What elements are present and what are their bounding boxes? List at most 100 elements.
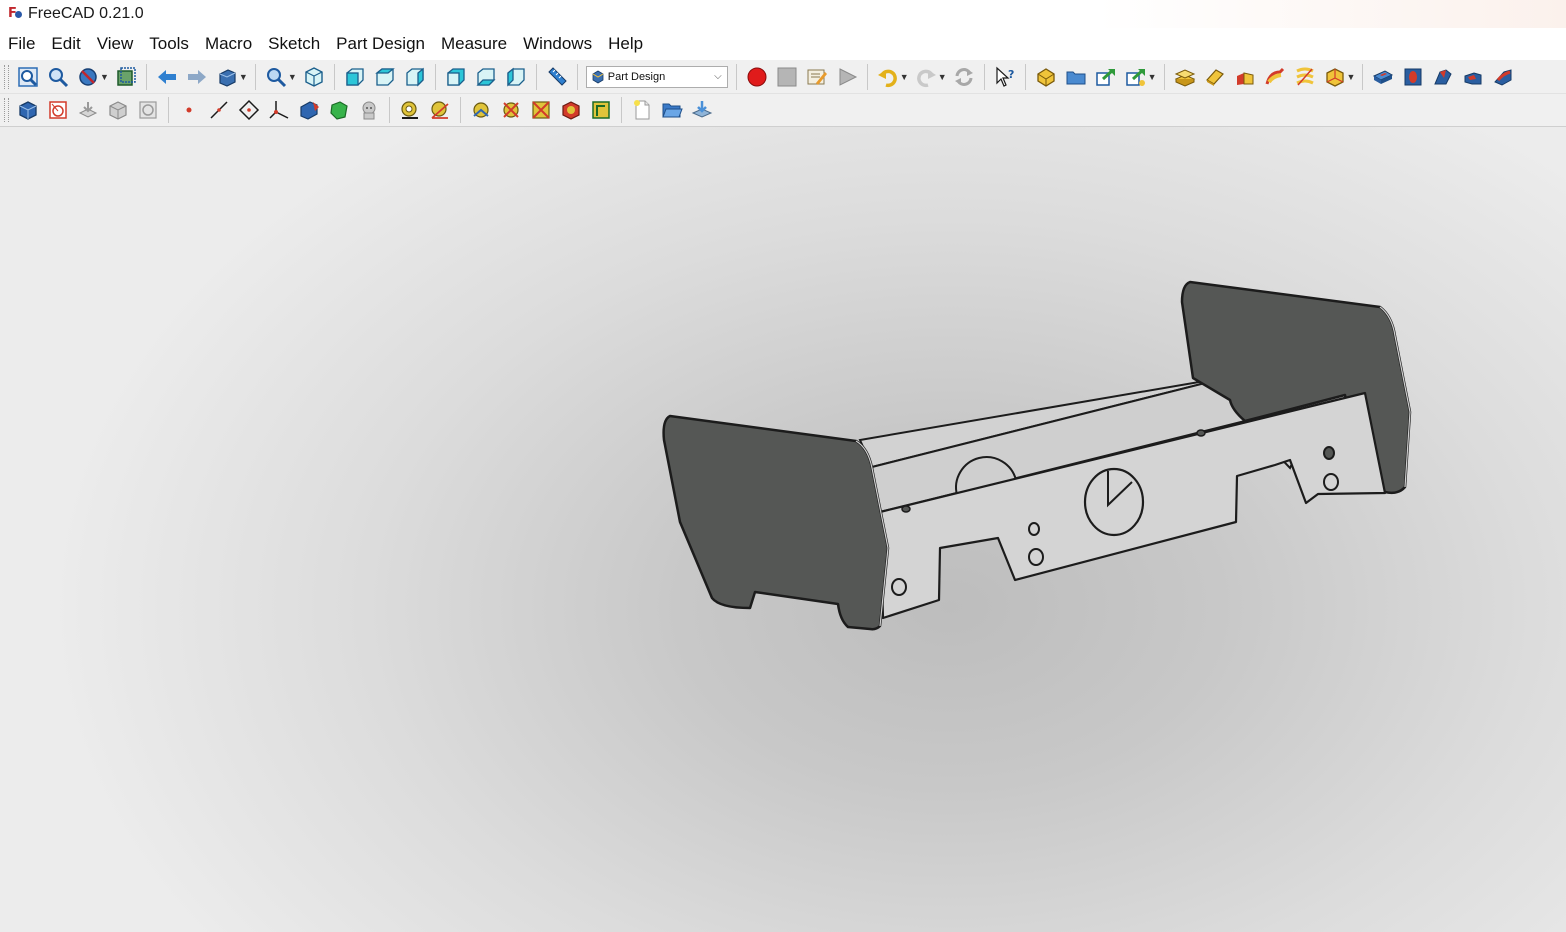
measure-toggle-delta-icon[interactable]: [588, 97, 614, 123]
dropdown-arrow-icon[interactable]: ▼: [938, 72, 947, 82]
subtractive-loft-icon[interactable]: [1460, 64, 1486, 90]
menu-measure[interactable]: Measure: [433, 28, 515, 60]
rear-view-icon[interactable]: [443, 64, 469, 90]
subtractive-pipe-icon[interactable]: [1490, 64, 1516, 90]
forward-arrow-icon[interactable]: [184, 64, 210, 90]
dropdown-arrow-icon[interactable]: ▼: [900, 72, 909, 82]
create-part-icon[interactable]: [1033, 64, 1059, 90]
menu-part-design[interactable]: Part Design: [328, 28, 433, 60]
clone-icon[interactable]: [356, 97, 382, 123]
subshape-binder-icon[interactable]: [326, 97, 352, 123]
datum-plane-icon[interactable]: [236, 97, 262, 123]
toolbar-separator: [983, 63, 985, 90]
dropdown-arrow-icon[interactable]: ▼: [1148, 72, 1157, 82]
freecad-logo-icon: F: [8, 7, 22, 21]
toolbar-separator: [735, 63, 737, 90]
toolbar-separator: [1024, 63, 1026, 90]
attach-sketch-icon[interactable]: [75, 97, 101, 123]
menu-bar: File Edit View Tools Macro Sketch Part D…: [0, 28, 1566, 60]
local-coordinate-icon[interactable]: [266, 97, 292, 123]
whats-this-icon[interactable]: ?: [992, 64, 1018, 90]
fit-selection-icon[interactable]: [45, 64, 71, 90]
save-document-icon[interactable]: [689, 97, 715, 123]
measure-clear-icon[interactable]: [498, 97, 524, 123]
toolbar-grip[interactable]: [4, 64, 9, 89]
groove-icon[interactable]: [1430, 64, 1456, 90]
bottom-view-icon[interactable]: [473, 64, 499, 90]
toolbar-row-2: [0, 94, 1566, 127]
measure-toggle-all-icon[interactable]: [528, 97, 554, 123]
menu-file[interactable]: File: [0, 28, 43, 60]
dropdown-arrow-icon[interactable]: ▼: [1347, 72, 1356, 82]
revolution-icon[interactable]: [1202, 64, 1228, 90]
measure-angular-icon[interactable]: [427, 97, 453, 123]
back-arrow-icon[interactable]: [154, 64, 180, 90]
small-hole: [891, 578, 907, 596]
small-hole: [1323, 473, 1339, 491]
measure-toggle-3d-icon[interactable]: [558, 97, 584, 123]
additive-primitive-icon[interactable]: [1322, 64, 1348, 90]
undo-icon[interactable]: [875, 64, 901, 90]
measure-refresh-icon[interactable]: [468, 97, 494, 123]
left-view-icon[interactable]: [503, 64, 529, 90]
menu-tools[interactable]: Tools: [141, 28, 197, 60]
draw-style-icon[interactable]: [75, 64, 101, 90]
create-group-icon[interactable]: [1063, 64, 1089, 90]
toolbar-separator: [460, 97, 461, 123]
pocket-icon[interactable]: [1370, 64, 1396, 90]
3d-viewport[interactable]: [0, 127, 1566, 932]
link-actions-icon[interactable]: [1123, 64, 1149, 90]
shape-binder-icon[interactable]: [296, 97, 322, 123]
additive-helix-icon[interactable]: [1292, 64, 1318, 90]
pad-icon[interactable]: [1172, 64, 1198, 90]
toolbar-row-1: ▼ ▼ ▼ Part Design ⌵ ▼ ▼ ? ▼ ▼: [0, 60, 1566, 94]
measure-linear-icon[interactable]: [397, 97, 423, 123]
toolbar-separator: [621, 97, 622, 123]
toolbar-grip[interactable]: [4, 98, 9, 122]
measure-distance-icon[interactable]: [544, 64, 570, 90]
std-views-icon[interactable]: [214, 64, 240, 90]
dropdown-arrow-icon[interactable]: ▼: [288, 72, 297, 82]
new-document-icon[interactable]: [629, 97, 655, 123]
bounding-box-icon[interactable]: [113, 64, 139, 90]
refresh-icon[interactable]: [951, 64, 977, 90]
check-geometry-icon[interactable]: [135, 97, 161, 123]
toolbar-separator: [866, 63, 868, 90]
top-view-icon[interactable]: [372, 64, 398, 90]
dropdown-arrow-icon[interactable]: ▼: [100, 72, 109, 82]
workbench-selector[interactable]: Part Design ⌵: [585, 65, 728, 88]
macro-record-icon[interactable]: [744, 64, 770, 90]
window-title: FreeCAD 0.21.0: [28, 5, 144, 22]
menu-windows[interactable]: Windows: [515, 28, 600, 60]
menu-view[interactable]: View: [89, 28, 142, 60]
fit-all-icon[interactable]: [15, 64, 41, 90]
datum-point-icon[interactable]: [176, 97, 202, 123]
macro-run-icon[interactable]: [834, 64, 860, 90]
create-sketch-icon[interactable]: [45, 97, 71, 123]
svg-text:?: ?: [1008, 68, 1014, 81]
toolbar-separator: [434, 63, 436, 90]
right-view-icon[interactable]: [402, 64, 428, 90]
menu-sketch[interactable]: Sketch: [260, 28, 328, 60]
hole-icon[interactable]: [1400, 64, 1426, 90]
front-view-icon[interactable]: [342, 64, 368, 90]
open-document-icon[interactable]: [659, 97, 685, 123]
macro-stop-icon[interactable]: [774, 64, 800, 90]
isometric-icon[interactable]: [301, 64, 327, 90]
validate-sketch-icon[interactable]: [105, 97, 131, 123]
menu-edit[interactable]: Edit: [43, 28, 88, 60]
additive-loft-icon[interactable]: [1232, 64, 1258, 90]
toolbar-separator: [535, 63, 537, 90]
create-body-icon[interactable]: [15, 97, 41, 123]
additive-pipe-icon[interactable]: [1262, 64, 1288, 90]
large-hole: [1083, 467, 1145, 537]
redo-icon[interactable]: [913, 64, 939, 90]
zoom-icon[interactable]: [263, 64, 289, 90]
toolbar-separator: [254, 63, 256, 90]
datum-line-icon[interactable]: [206, 97, 232, 123]
make-link-icon[interactable]: [1093, 64, 1119, 90]
macro-edit-icon[interactable]: [804, 64, 830, 90]
menu-macro[interactable]: Macro: [197, 28, 260, 60]
menu-help[interactable]: Help: [600, 28, 651, 60]
dropdown-arrow-icon[interactable]: ▼: [239, 72, 248, 82]
